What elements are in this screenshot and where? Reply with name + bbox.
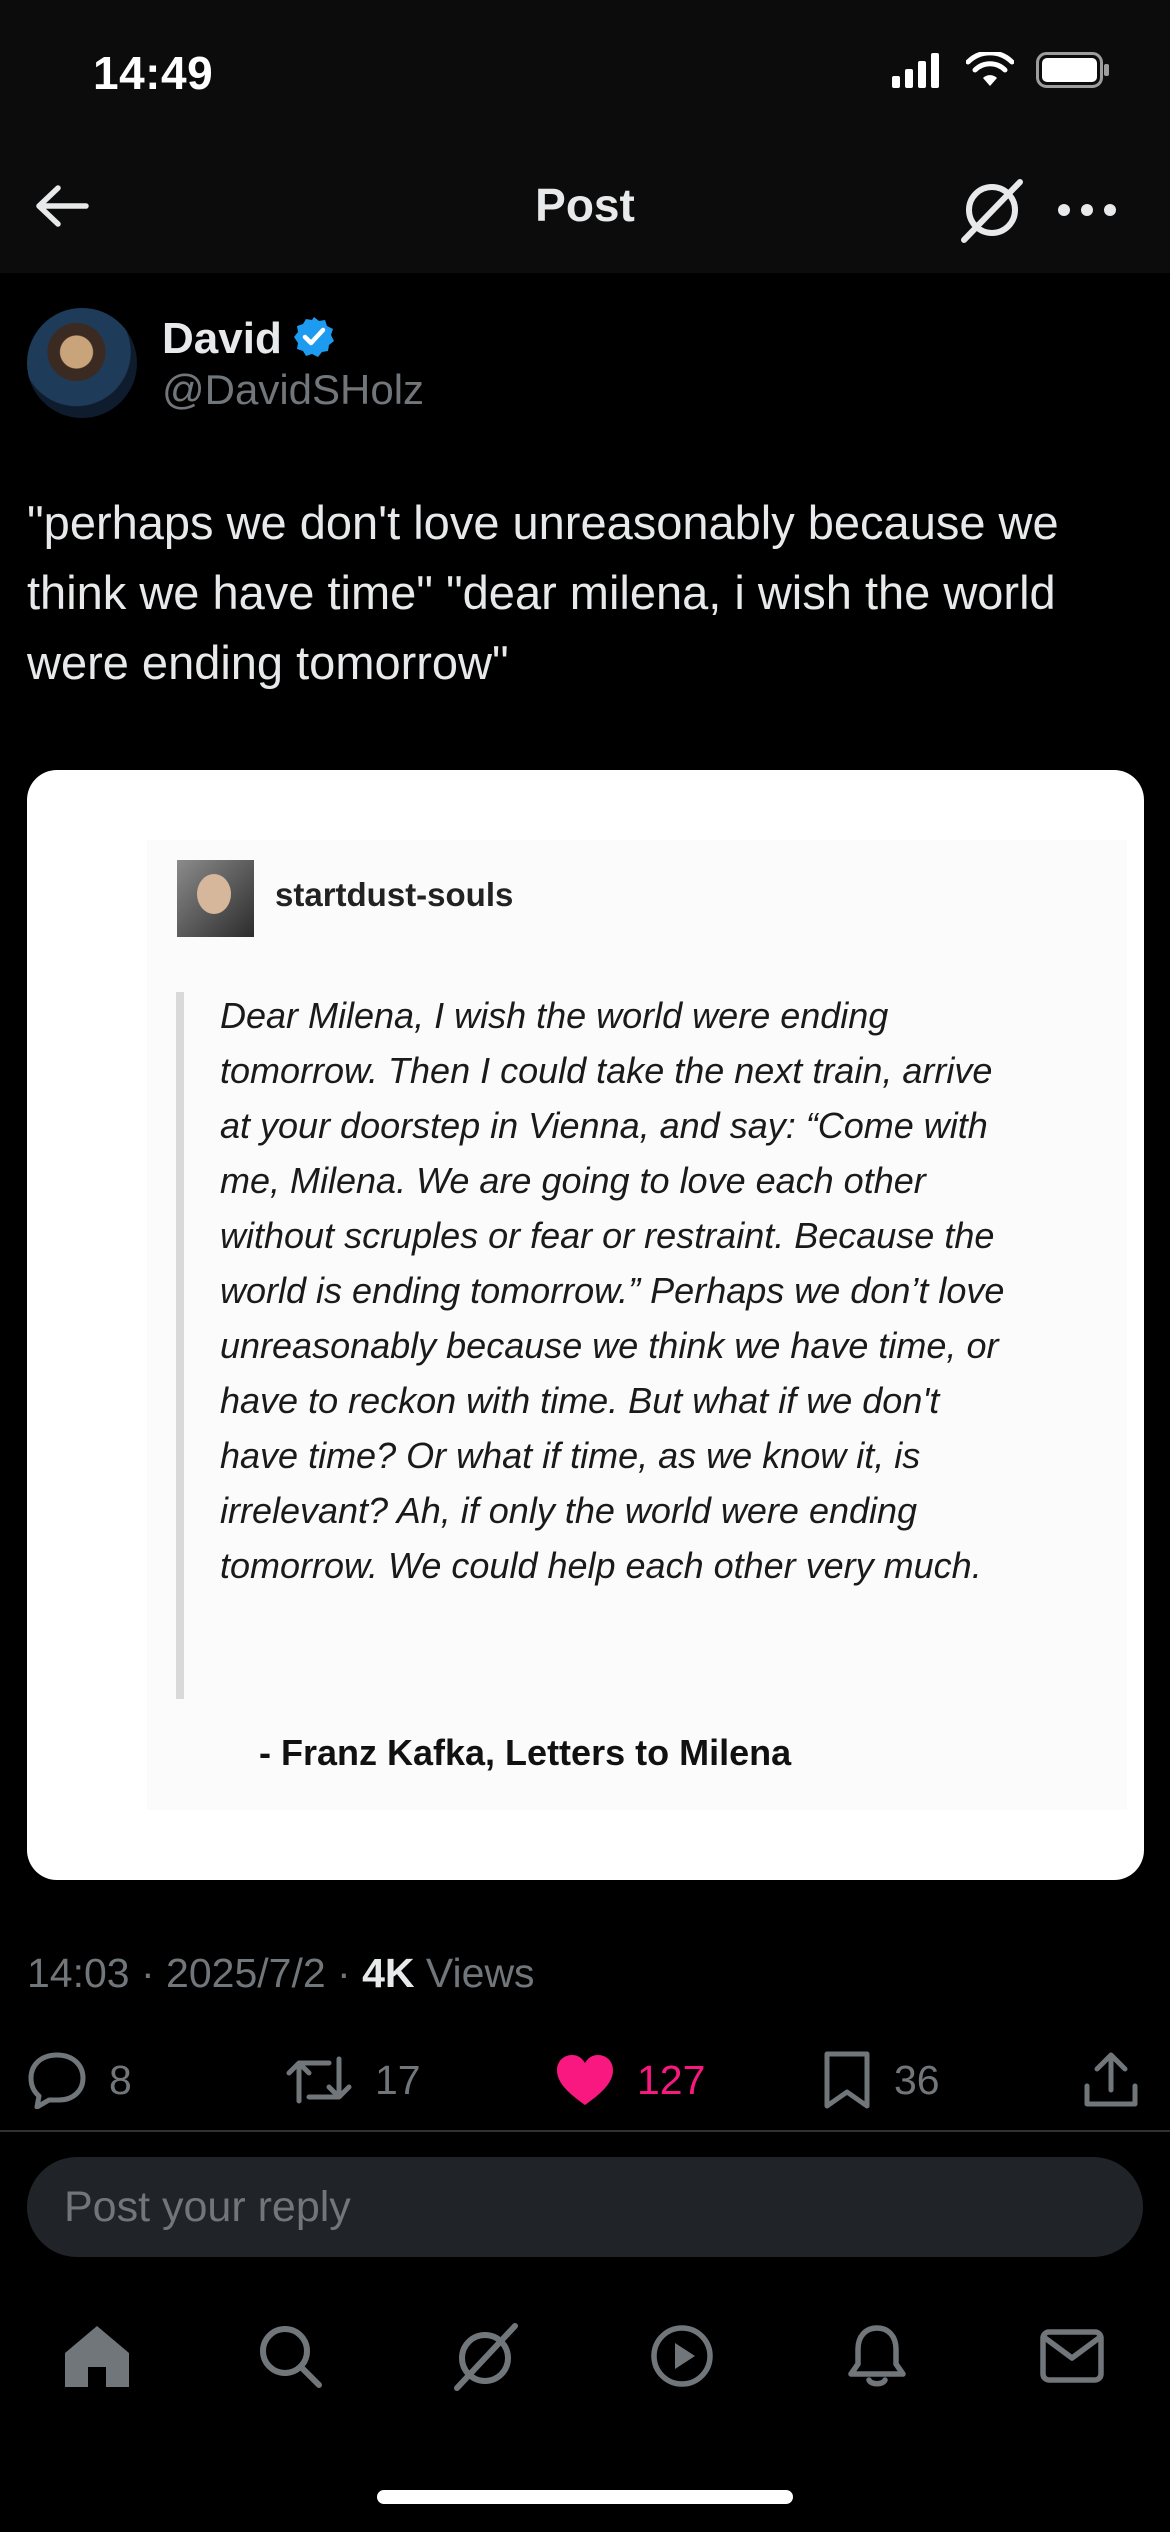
- author-handle[interactable]: @DavidSHolz: [162, 366, 424, 414]
- grok-icon: [454, 2323, 518, 2391]
- share-icon: [1084, 2052, 1138, 2107]
- tab-home[interactable]: [57, 2316, 137, 2396]
- mail-icon: [1040, 2329, 1104, 2383]
- reply-icon: [28, 2052, 86, 2109]
- quote-bar: [176, 992, 184, 1699]
- repost-button[interactable]: 17: [285, 2040, 421, 2120]
- grok-button[interactable]: [956, 174, 1028, 246]
- reply-box[interactable]: [27, 2157, 1143, 2257]
- avatar[interactable]: [27, 308, 137, 418]
- quote-text: Dear Milena, I wish the world were endin…: [220, 995, 1005, 1586]
- post-header: Post: [0, 140, 1170, 273]
- status-time: 14:49: [93, 47, 214, 99]
- bookmark-count: 36: [894, 2056, 940, 2103]
- views-label: Views: [425, 1950, 535, 1996]
- tab-notifications[interactable]: [837, 2316, 917, 2396]
- bookmark-icon: [824, 2051, 870, 2109]
- quote-username: startdust-souls: [275, 876, 514, 913]
- repost-icon: [286, 2056, 352, 2104]
- like-button[interactable]: 127: [555, 2040, 705, 2120]
- signal-icon: [892, 52, 944, 93]
- author-name-row: David: [162, 314, 336, 364]
- views-count: 4K: [362, 1950, 415, 1996]
- bookmark-button[interactable]: 36: [822, 2040, 940, 2120]
- more-options-button[interactable]: [1050, 180, 1124, 240]
- tab-video[interactable]: [642, 2316, 722, 2396]
- author-name[interactable]: David: [162, 314, 282, 364]
- repost-count: 17: [375, 2056, 421, 2103]
- status-icons: [892, 50, 1110, 93]
- reply-input[interactable]: [27, 2157, 1143, 2257]
- search-icon: [260, 2326, 322, 2388]
- grok-icon: [961, 179, 1023, 243]
- tweet-text: "perhaps we don't love unreasonably beca…: [27, 496, 1059, 689]
- verified-icon: [292, 315, 336, 364]
- tab-messages[interactable]: [1032, 2316, 1112, 2396]
- divider: [0, 2130, 1170, 2132]
- screen: 14:49 Post David @DavidSHolz "perhaps we…: [0, 0, 1170, 2532]
- quote-avatar: [177, 860, 254, 937]
- home-indicator: [377, 2490, 793, 2504]
- bottom-tab-bar: [0, 2290, 1170, 2420]
- reply-count: 8: [109, 2056, 132, 2103]
- quote-attribution: - Franz Kafka, Letters to Milena: [259, 1732, 792, 1773]
- battery-icon: [1036, 52, 1110, 93]
- action-bar: 8 17 127 36: [0, 2040, 1170, 2120]
- bell-icon: [848, 2325, 906, 2387]
- play-icon: [651, 2325, 713, 2387]
- share-button[interactable]: [1082, 2040, 1140, 2120]
- wifi-icon: [965, 50, 1015, 93]
- reply-button[interactable]: 8: [27, 2040, 132, 2120]
- post-time: 14:03: [27, 1950, 130, 1996]
- like-count: 127: [637, 2056, 706, 2103]
- more-icon: [1058, 204, 1116, 216]
- heart-filled-icon: [557, 2055, 613, 2105]
- post-meta: 14:03 · 2025/7/2 · 4K Views: [27, 1950, 535, 1996]
- status-bar: 14:49: [0, 0, 1170, 140]
- home-icon: [65, 2326, 129, 2387]
- post-date: 2025/7/2: [166, 1950, 326, 1996]
- media-image[interactable]: startdust-souls Dear Milena, I wish the …: [27, 770, 1144, 1880]
- post-author: David @DavidSHolz: [27, 308, 1127, 420]
- tab-search[interactable]: [250, 2316, 330, 2396]
- tab-grok[interactable]: [445, 2316, 525, 2396]
